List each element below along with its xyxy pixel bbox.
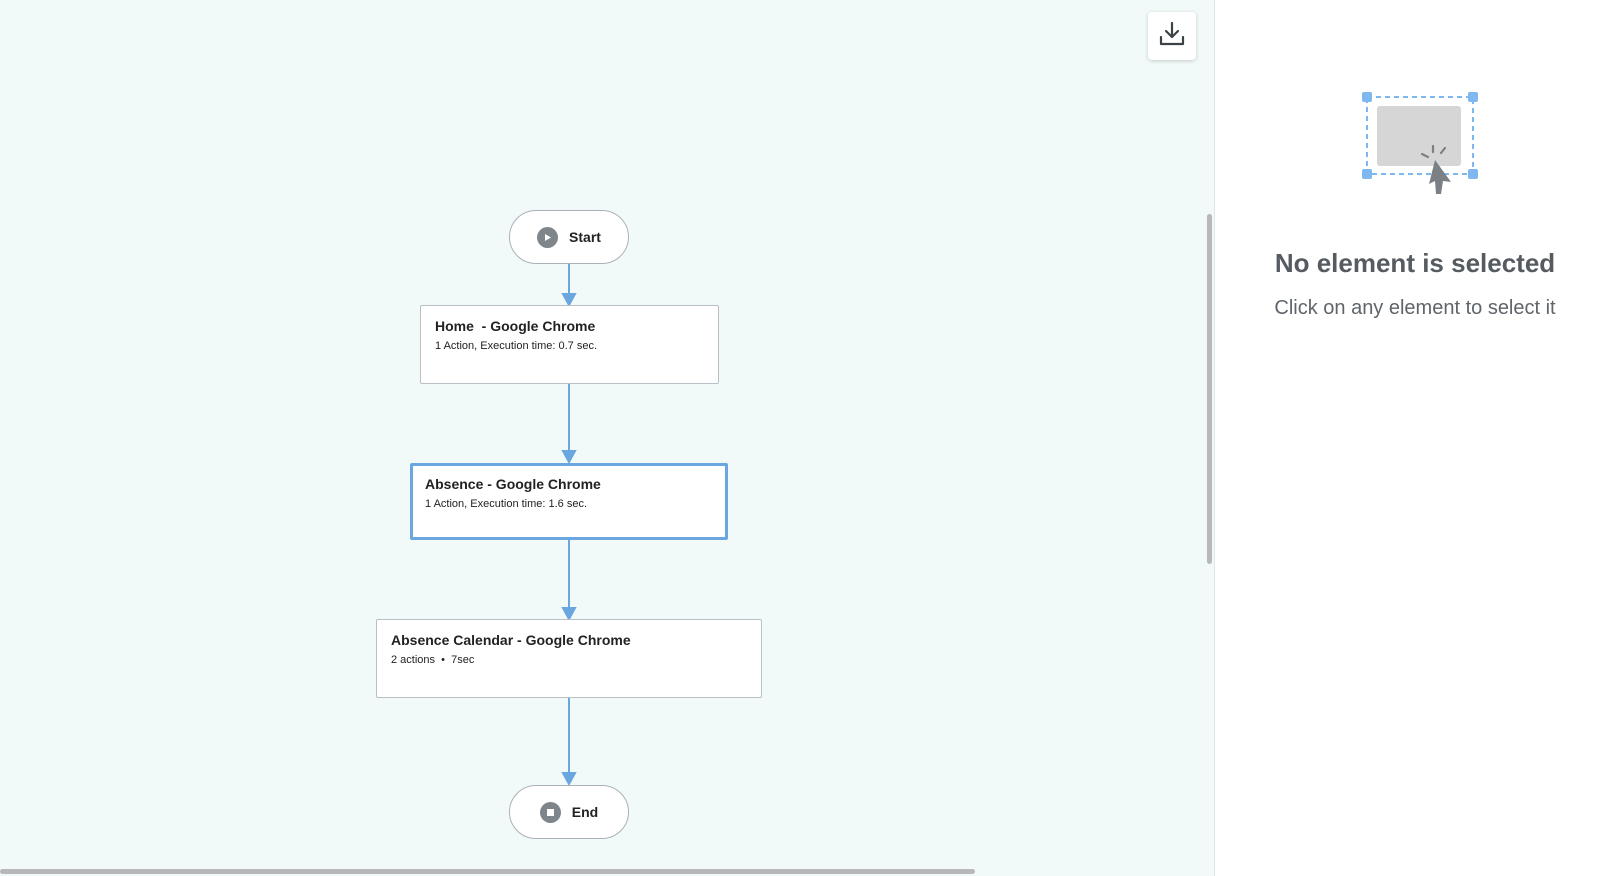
export-button[interactable] <box>1148 12 1196 60</box>
properties-panel: No element is selected Click on any elem… <box>1214 0 1614 876</box>
step-meta: 1 Action, Execution time: 0.7 sec. <box>435 340 598 352</box>
flow-step-absence-calendar[interactable]: Absence Calendar - Google Chrome 2 actio… <box>376 619 762 698</box>
stop-icon <box>539 801 561 823</box>
download-icon <box>1158 20 1186 53</box>
connector-arrow <box>561 450 577 465</box>
step-meta: 1 Action, Execution time: 1.6 sec. <box>425 498 588 510</box>
end-label: End <box>571 804 599 820</box>
end-node[interactable]: End <box>509 785 629 839</box>
step-title: Absence - Google Chrome <box>425 476 601 492</box>
connector-arrow <box>561 772 577 787</box>
empty-state-subtitle: Click on any element to select it <box>1274 297 1556 319</box>
flow-step-absence[interactable]: Absence - Google Chrome 1 Action, Execut… <box>410 463 728 540</box>
selection-cursor-icon <box>1361 90 1481 205</box>
empty-state-title: No element is selected <box>1274 248 1556 278</box>
horizontal-scrollbar[interactable] <box>0 869 975 874</box>
step-title: Home - Google Chrome <box>435 318 596 334</box>
vertical-scrollbar[interactable] <box>1207 214 1212 564</box>
start-label: Start <box>569 229 601 245</box>
connector-arrow <box>561 607 577 622</box>
connector-arrow <box>561 293 577 308</box>
flow-canvas[interactable]: Start Home - Google Chrome 1 Action, Exe… <box>0 0 1214 876</box>
step-meta: 2 actions • 7sec <box>391 654 475 666</box>
play-icon <box>537 226 559 248</box>
flow-step-home[interactable]: Home - Google Chrome 1 Action, Execution… <box>420 305 719 384</box>
start-node[interactable]: Start <box>509 210 629 264</box>
step-title: Absence Calendar - Google Chrome <box>391 632 631 648</box>
flow-connectors <box>561 264 577 787</box>
